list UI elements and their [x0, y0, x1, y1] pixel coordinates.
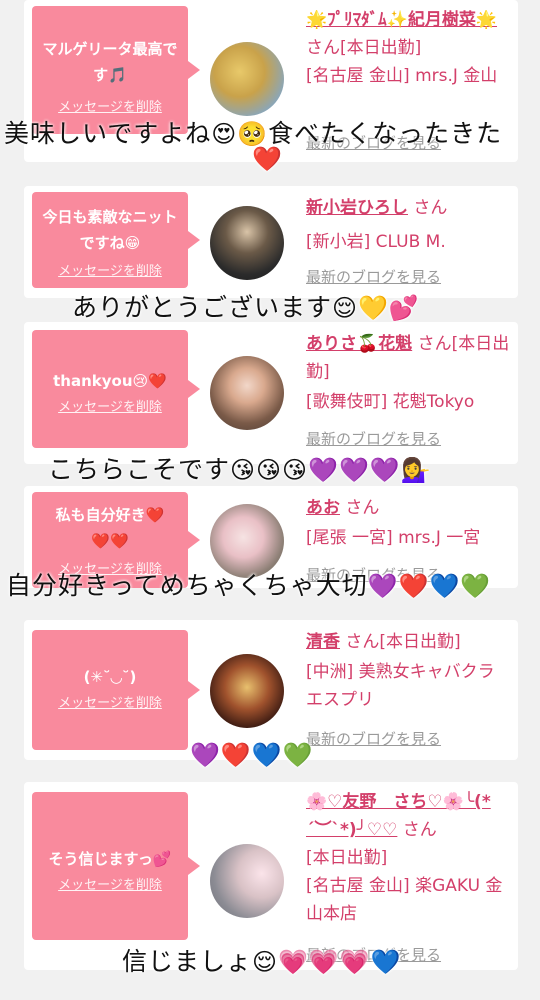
avatar[interactable] — [210, 42, 284, 116]
user-location: [名古屋 金山] mrs.J 金山 — [306, 66, 498, 86]
message-text: (✳︎˘◡˘) — [83, 668, 137, 686]
user-location: [中洲] 美熟女キャバクラ エスプリ — [306, 662, 495, 710]
overlay-caption: こちらこそです😘😘😘💜💜💜💁‍♀️ — [0, 450, 540, 486]
message-bubble: 今日も素敵なニットですね😁 メッセージを削除 — [32, 192, 200, 288]
overlay-emoji: 😘😘😘💜💜💜💁‍♀️ — [230, 456, 432, 484]
overlay-text: こちらこそです — [48, 455, 231, 484]
message-card: 今日も素敵なニットですね😁 メッセージを削除 新小岩ひろし さん [新小岩] C… — [24, 186, 518, 298]
delete-message-link[interactable]: メッセージを削除 — [32, 396, 188, 415]
delete-message-link[interactable]: メッセージを削除 — [32, 874, 188, 893]
user-status: さん — [345, 498, 380, 518]
user-info: あお さん [尾張 一宮] mrs.J 一宮 — [306, 494, 512, 552]
user-info: 新小岩ひろし さん [新小岩] CLUB M. — [306, 194, 512, 256]
message-text: thankyou😢❤️ — [53, 372, 167, 390]
overlay-emoji: ❤️ — [252, 145, 283, 173]
user-location: [本日出勤] — [306, 848, 388, 868]
user-status: さん[本日出勤] — [345, 632, 461, 652]
delete-message-link[interactable]: メッセージを削除 — [32, 260, 188, 279]
overlay-text: 信じましょ — [122, 947, 253, 976]
overlay-emoji: 💜❤️💙💚 — [190, 741, 314, 769]
delete-message-link[interactable]: メッセージを削除 — [32, 692, 188, 711]
message-text: 私も自分好き❤️❤️❤️ — [55, 506, 165, 550]
overlay-caption: 自分好きってめちゃくちゃ大切💜❤️💙💚 — [0, 566, 540, 602]
message-bubble: そう信じますっ💕 メッセージを削除 — [32, 792, 200, 940]
user-location: [歌舞伎町] 花魁Tokyo — [306, 392, 475, 412]
latest-blog-link[interactable]: 最新のブログを見る — [306, 428, 441, 449]
user-status: さん[本日出勤] — [306, 38, 422, 58]
overlay-caption: ❤️ — [0, 144, 540, 173]
avatar[interactable] — [210, 844, 284, 918]
user-info: 🌸♡友野 さち♡🌸╰(*´︶`*)╯♡♡ さん [本日出勤] [名古屋 金山] … — [306, 788, 512, 928]
user-location: [新小岩] CLUB M. — [306, 232, 446, 252]
overlay-caption: ありがとうございます😌💛💕 — [0, 288, 540, 324]
user-name-link[interactable]: 清香 — [306, 632, 340, 652]
overlay-caption: 💜❤️💙💚 — [0, 740, 540, 769]
message-text: マルゲリータ最高です🎵 — [42, 40, 178, 84]
overlay-text: ありがとうございます — [72, 293, 333, 322]
user-name-link[interactable]: 新小岩ひろし — [306, 198, 408, 218]
overlay-emoji: 💜❤️💙💚 — [367, 572, 492, 600]
user-name-link[interactable]: ありさ🍒花魁 — [306, 334, 412, 354]
user-info: 清香 さん[本日出勤] [中洲] 美熟女キャバクラ エスプリ — [306, 628, 512, 714]
user-info: 🌟ﾌﾟﾘﾏﾀﾞﾑ✨紀月樹菜🌟 さん[本日出勤] [名古屋 金山] mrs.J 金… — [306, 6, 512, 90]
message-card: thankyou😢❤️ メッセージを削除 ありさ🍒花魁 さん[本日出勤] [歌舞… — [24, 322, 518, 464]
overlay-text: 自分好きってめちゃくちゃ大切 — [6, 571, 368, 600]
message-text: 今日も素敵なニットですね😁 — [42, 208, 178, 252]
overlay-emoji: 😌💛💕 — [332, 294, 420, 322]
message-bubble: (✳︎˘◡˘) メッセージを削除 — [32, 630, 200, 750]
message-card: (✳︎˘◡˘) メッセージを削除 清香 さん[本日出勤] [中洲] 美熟女キャバ… — [24, 620, 518, 760]
user-location: [名古屋 金山] 楽GAKU 金山本店 — [306, 876, 503, 924]
user-name-link[interactable]: 🌟ﾌﾟﾘﾏﾀﾞﾑ✨紀月樹菜🌟 — [306, 10, 497, 30]
user-info: ありさ🍒花魁 さん[本日出勤] [歌舞伎町] 花魁Tokyo — [306, 330, 512, 416]
avatar[interactable] — [210, 206, 284, 280]
message-bubble: thankyou😢❤️ メッセージを削除 — [32, 330, 200, 448]
user-location: [尾張 一宮] mrs.J 一宮 — [306, 528, 481, 548]
overlay-caption: 信じましょ😌💗💗💗💙 — [0, 942, 540, 978]
user-name-link[interactable]: あお — [306, 498, 340, 518]
user-name-link[interactable]: 🌸♡友野 さち♡🌸╰(*´︶`*)╯♡♡ — [306, 792, 491, 840]
delete-message-link[interactable]: メッセージを削除 — [32, 96, 188, 115]
avatar[interactable] — [210, 654, 284, 728]
user-status: さん — [402, 820, 437, 840]
latest-blog-link[interactable]: 最新のブログを見る — [306, 266, 441, 287]
avatar[interactable] — [210, 356, 284, 430]
message-text: そう信じますっ💕 — [48, 850, 172, 868]
overlay-emoji: 😌💗💗💗💙 — [252, 948, 402, 976]
user-status: さん — [413, 198, 448, 218]
